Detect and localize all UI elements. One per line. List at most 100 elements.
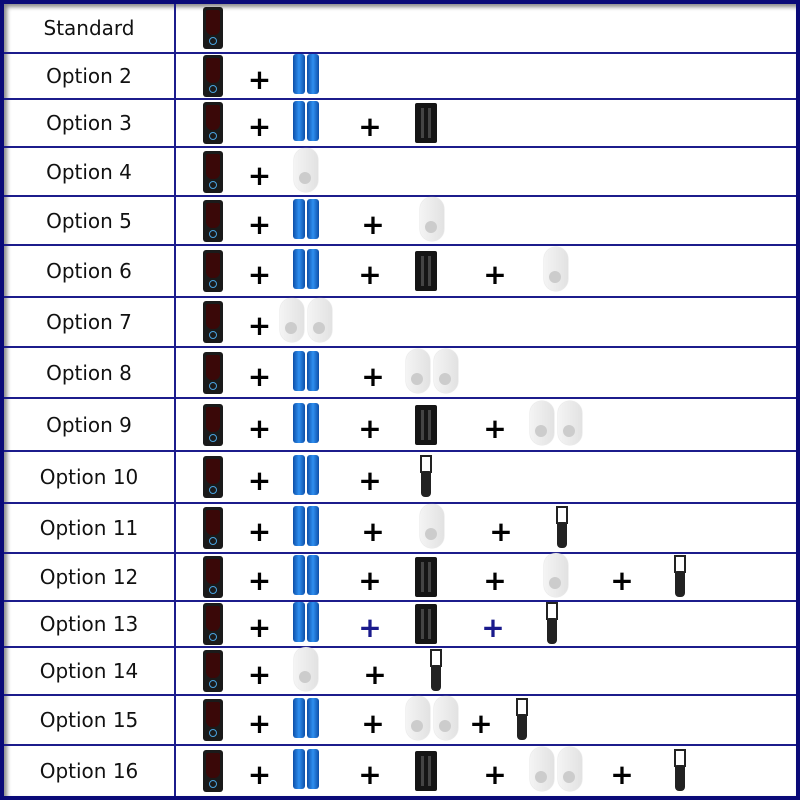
plus-sign: + xyxy=(247,63,272,96)
car-charger-icon xyxy=(673,749,687,793)
doorbell-icon xyxy=(203,603,223,645)
doorbell-icon xyxy=(203,55,223,97)
chime-pair-icon xyxy=(528,400,584,449)
chime-icon xyxy=(292,647,320,695)
chime-icon xyxy=(418,196,446,245)
battery-pair-icon xyxy=(292,402,320,447)
plus-sign: + xyxy=(358,464,382,497)
doorbell-icon xyxy=(203,102,223,144)
battery-pair-icon xyxy=(292,602,320,646)
chime-pair-icon xyxy=(404,348,460,397)
chime-icon xyxy=(542,553,570,601)
car-charger-icon xyxy=(555,506,569,550)
doorbell-icon xyxy=(203,150,223,193)
plus-sign: + xyxy=(363,658,387,691)
option-row: Option 11 + + + xyxy=(4,504,796,554)
battery-pair-icon xyxy=(292,555,320,599)
car-charger-icon xyxy=(673,555,687,599)
option-row: Option 5 + + xyxy=(4,196,796,246)
plus-sign: + xyxy=(247,515,272,548)
charger-icon xyxy=(415,251,437,291)
plus-sign: + xyxy=(481,611,505,644)
doorbell-icon xyxy=(203,351,223,394)
option-label: Option 3 xyxy=(4,100,176,146)
option-label: Option 4 xyxy=(4,148,176,195)
battery-pair-icon xyxy=(292,101,320,145)
car-charger-icon xyxy=(419,455,433,499)
option-row: Option 13 + + + xyxy=(4,602,796,648)
battery-pair-icon xyxy=(292,249,320,293)
charger-icon xyxy=(415,751,437,791)
battery-pair-icon xyxy=(292,698,320,742)
car-charger-icon xyxy=(545,602,559,646)
option-row: Option 7 + xyxy=(4,298,796,348)
plus-sign: + xyxy=(247,758,272,791)
option-row: Option 16 + + + + xyxy=(4,746,796,796)
plus-sign: + xyxy=(483,258,507,291)
plus-sign: + xyxy=(358,564,382,597)
battery-pair-icon xyxy=(292,350,320,395)
plus-sign: + xyxy=(361,707,385,740)
charger-icon xyxy=(415,103,437,143)
option-row: Option 4 + xyxy=(4,147,796,197)
option-label: Option 6 xyxy=(4,246,176,296)
plus-sign: + xyxy=(361,515,385,548)
chime-icon xyxy=(418,504,446,552)
plus-sign: + xyxy=(247,258,272,291)
option-label: Option 12 xyxy=(4,554,176,600)
option-row: Option 15 + + + xyxy=(4,696,796,746)
doorbell-icon xyxy=(203,199,223,242)
plus-sign: + xyxy=(247,110,272,143)
plus-sign: + xyxy=(247,158,272,192)
doorbell-icon xyxy=(203,250,223,292)
plus-sign: + xyxy=(358,611,382,644)
option-label: Option 2 xyxy=(4,54,176,98)
option-row: Option 8 + + xyxy=(4,348,796,399)
plus-sign: + xyxy=(483,758,507,791)
plus-sign: + xyxy=(361,207,385,241)
option-row: Option 3 + + xyxy=(4,100,796,148)
option-label: Option 8 xyxy=(4,348,176,397)
chime-pair-icon xyxy=(404,696,460,744)
doorbell-icon xyxy=(203,556,223,598)
plus-sign: + xyxy=(358,110,382,143)
plus-sign: + xyxy=(358,758,382,791)
plus-sign: + xyxy=(469,707,493,740)
plus-sign: + xyxy=(483,411,507,445)
plus-sign: + xyxy=(247,411,272,445)
chime-icon xyxy=(292,147,320,196)
option-row: Option 2 + xyxy=(4,54,796,100)
battery-pair-icon xyxy=(292,54,320,98)
option-label: Option 5 xyxy=(4,197,176,244)
doorbell-icon xyxy=(203,7,223,49)
doorbell-icon xyxy=(203,456,223,498)
doorbell-icon xyxy=(203,507,223,549)
option-row: Option 14 + + xyxy=(4,647,796,696)
plus-sign: + xyxy=(247,658,272,691)
option-label: Standard xyxy=(4,4,176,52)
chime-icon xyxy=(542,247,570,295)
battery-pair-icon xyxy=(292,455,320,499)
battery-pair-icon xyxy=(292,198,320,243)
plus-sign: + xyxy=(247,359,272,393)
plus-sign: + xyxy=(483,564,507,597)
doorbell-icon xyxy=(203,403,223,446)
option-row: Standard xyxy=(4,4,796,54)
doorbell-icon xyxy=(203,699,223,741)
option-row: Option 10 + + xyxy=(4,452,796,504)
plus-sign: + xyxy=(247,309,272,342)
option-label: Option 14 xyxy=(4,648,176,694)
option-row: Option 9 + + + xyxy=(4,399,796,452)
option-label: Option 11 xyxy=(4,504,176,552)
battery-pair-icon xyxy=(292,749,320,793)
charger-icon xyxy=(415,557,437,597)
options-table: Standard Option 2 + Option 3 + + Option 4 + Opti… xyxy=(0,0,800,800)
option-label: Option 7 xyxy=(4,298,176,346)
doorbell-icon xyxy=(203,301,223,343)
plus-sign: + xyxy=(247,707,272,740)
chime-pair-icon xyxy=(278,298,334,346)
charger-icon xyxy=(415,404,437,445)
plus-sign: + xyxy=(247,564,272,597)
chime-pair-icon xyxy=(528,747,584,795)
plus-sign: + xyxy=(247,611,272,644)
